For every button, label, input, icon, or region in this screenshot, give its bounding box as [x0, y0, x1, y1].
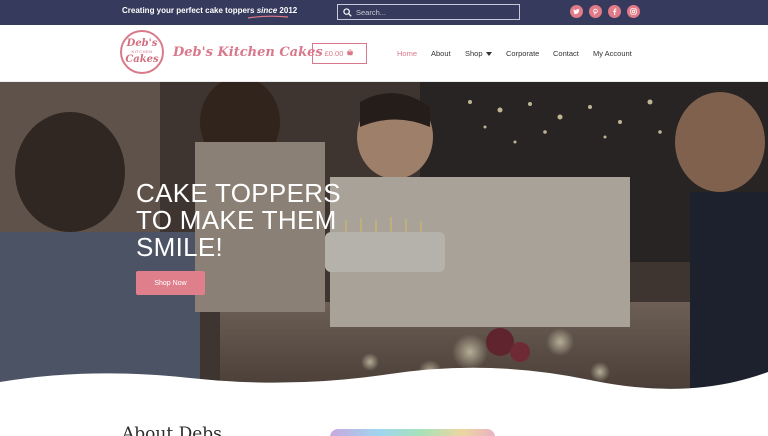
nav-home-label: Home [397, 49, 418, 58]
brand-name[interactable]: Deb's Kitchen Cakes [173, 45, 323, 60]
tagline-year: 2012 [279, 6, 298, 15]
hero-title-line-1: CAKE TOPPERS [136, 178, 341, 208]
nav-contact-label: Contact [553, 49, 579, 58]
hero-banner: CAKE TOPPERS TO MAKE THEM SMILE! [0, 82, 768, 392]
logo-line-cakes: Cakes [125, 54, 159, 65]
instagram-icon[interactable] [627, 5, 640, 18]
tagline: Creating your perfect cake toppers since… [122, 6, 297, 15]
nav-corporate[interactable]: Corporate [506, 49, 539, 58]
hero-title: CAKE TOPPERS TO MAKE THEM SMILE! [136, 180, 376, 261]
site-header: Deb's KITCHEN Cakes Deb's Kitchen Cakes … [0, 25, 768, 82]
about-image-cake [330, 429, 495, 436]
nav-shop-label: Shop [465, 49, 483, 58]
hero-photo-party [0, 82, 768, 392]
nav-my-account-label: My Account [593, 49, 632, 58]
search-input[interactable] [356, 7, 506, 17]
hero-title-line-2: TO MAKE THEM [136, 205, 337, 235]
hero-title-line-3: SMILE! [136, 232, 224, 262]
nav-corporate-label: Corporate [506, 49, 540, 58]
twitter-icon[interactable] [570, 5, 583, 18]
tagline-text: Creating your perfect cake toppers [122, 6, 257, 15]
nav-about-label: About [431, 49, 451, 58]
cart-total: £0.00 [324, 49, 344, 58]
shop-now-button[interactable]: Shop Now [136, 271, 205, 295]
nav-contact[interactable]: Contact [553, 49, 579, 58]
nav-home[interactable]: Home [397, 49, 417, 58]
nav-shop[interactable]: Shop [465, 49, 492, 58]
tagline-since: since [256, 6, 278, 15]
logo-line-debs: Deb's [126, 38, 158, 49]
search-box[interactable] [337, 4, 520, 20]
chevron-down-icon [485, 51, 492, 56]
about-heading: About Debs [122, 424, 222, 436]
basket-icon [346, 49, 354, 58]
social-links [570, 5, 640, 18]
facebook-icon[interactable] [608, 5, 621, 18]
top-bar: Creating your perfect cake toppers since… [0, 0, 768, 25]
tagline-underline-swash [247, 15, 289, 19]
search-icon[interactable] [338, 5, 356, 19]
nav-about[interactable]: About [431, 49, 451, 58]
cart-button[interactable]: £0.00 [312, 43, 367, 64]
pinterest-icon[interactable] [589, 5, 602, 18]
nav-my-account[interactable]: My Account [593, 49, 632, 58]
logo-badge[interactable]: Deb's KITCHEN Cakes [120, 30, 164, 74]
